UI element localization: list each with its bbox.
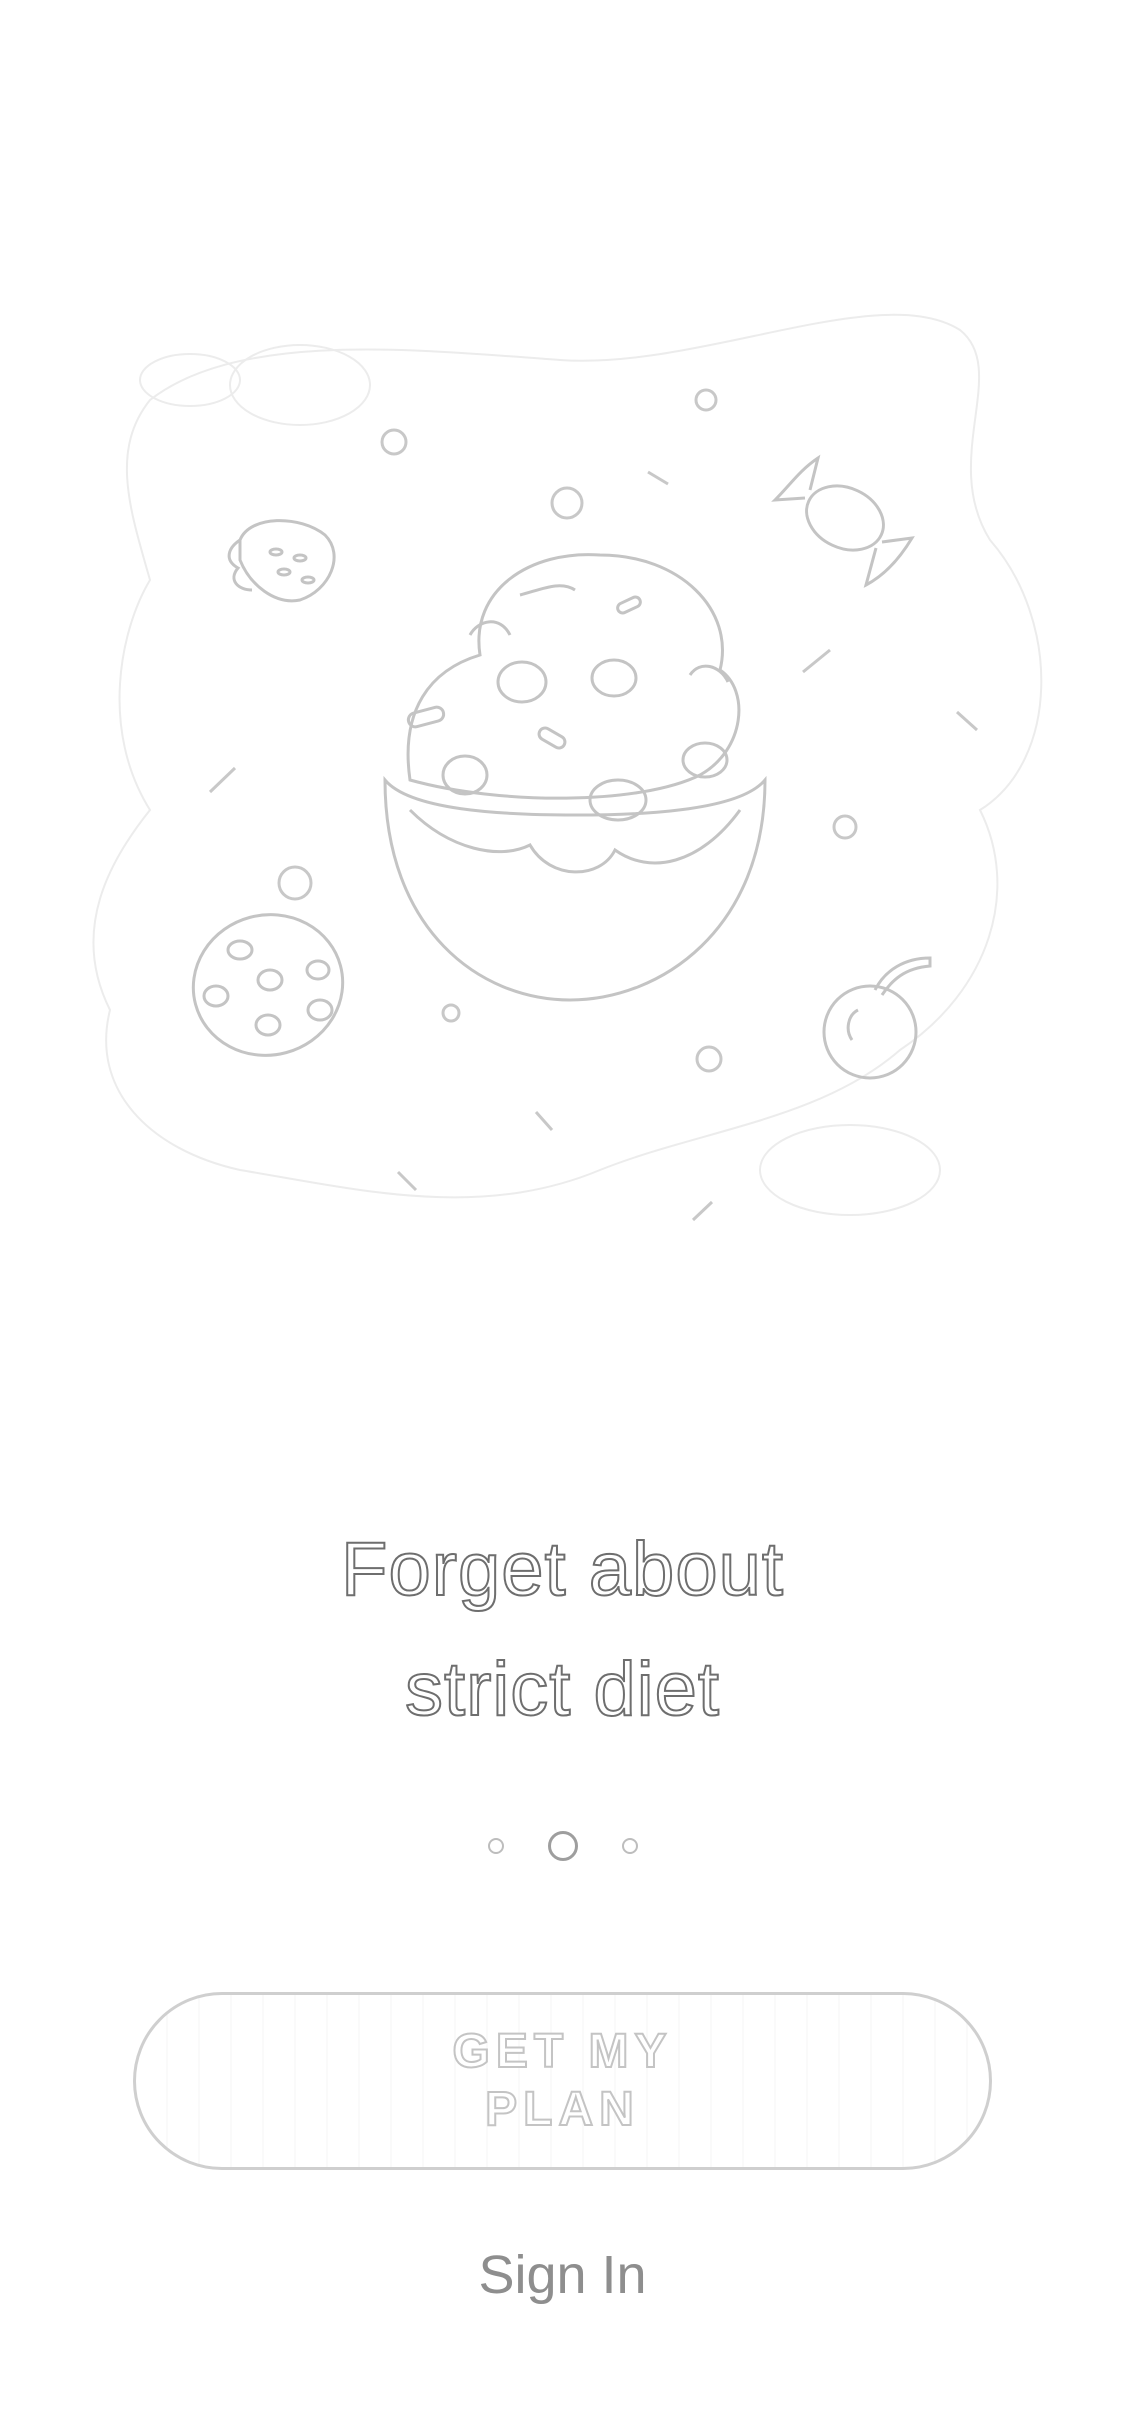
sprinkle-line (955, 710, 979, 732)
page-indicator-dot[interactable] (487, 1838, 504, 1854)
sprinkle-line (802, 648, 831, 674)
page-indicator-dot-active[interactable] (547, 1831, 578, 1861)
sign-in-link[interactable]: Sign In (0, 2240, 1125, 2310)
page-indicator (0, 1826, 1125, 1866)
cherry-shape (822, 956, 932, 1080)
sprinkle-line (396, 1170, 418, 1192)
sprinkle-ring (695, 1045, 723, 1073)
sprinkle-ring (694, 388, 718, 412)
sprinkle-ring (380, 428, 408, 456)
get-my-plan-button[interactable]: GET MY PLAN (133, 1992, 992, 2170)
sprinkle-ring (550, 486, 584, 520)
background-blob-small-shape (139, 353, 241, 407)
background-blob-shape (92, 313, 1043, 1199)
cupcake-shape (383, 553, 767, 1002)
sprinkle-line (647, 470, 669, 486)
illustration-svg (92, 313, 1043, 1222)
background-blob-small-shape (759, 1124, 941, 1216)
sprinkle-ring (832, 814, 858, 840)
sprinkle-line (208, 766, 237, 794)
cookie-shape (191, 913, 345, 1057)
headline-line-1: Forget about (340, 1526, 784, 1613)
strawberry-shape (227, 519, 336, 603)
background-blob-small-shape (229, 344, 371, 426)
get-my-plan-label: GET MY PLAN (451, 2024, 673, 2137)
sprinkle-ring (441, 1003, 461, 1023)
cupcake-sweets-illustration (0, 290, 1125, 1270)
page-indicator-dot[interactable] (621, 1838, 638, 1854)
onboarding-screen: Forget about strict diet GET MY PLAN Sig… (0, 0, 1125, 2436)
candy-shape (771, 454, 915, 588)
sprinkle-ring (277, 865, 313, 901)
sprinkle-line (534, 1111, 554, 1131)
headline-line-2: strict diet (404, 1646, 721, 1733)
headline: Forget about strict diet (0, 1510, 1125, 1750)
sprinkle-line (691, 1200, 714, 1222)
